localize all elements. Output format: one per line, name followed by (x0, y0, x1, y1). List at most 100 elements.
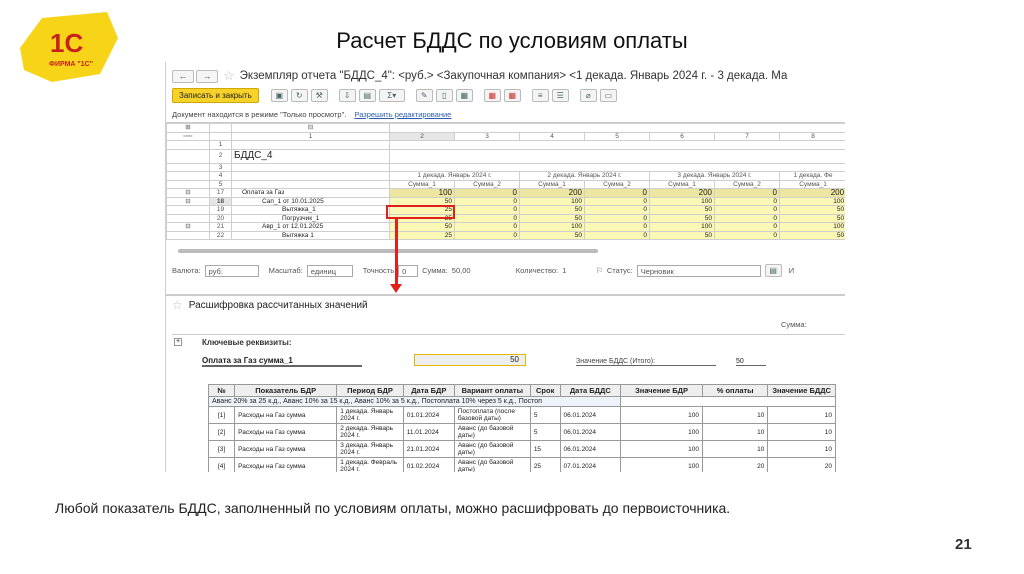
status-select[interactable]: Черновик (636, 264, 761, 277)
grid-row[interactable]: ⊟ 18 Сап_1 от 10.01.2025 50 0 100 0 100 0 100 (166, 196, 845, 206)
edit-icon[interactable]: ✎ (415, 89, 433, 102)
settings-icon[interactable]: ⚒ (310, 89, 328, 102)
qty-label: Количество: (515, 266, 559, 275)
row-number: 22 (209, 230, 232, 240)
status-label: Статус: (606, 266, 633, 275)
column-header: Дата БДДС (559, 384, 622, 397)
value-cell: 50 (649, 230, 715, 240)
import-icon[interactable]: ⇩ (338, 89, 356, 102)
calc-icon[interactable]: ▤ (358, 89, 376, 102)
back-button[interactable]: ← (172, 69, 194, 83)
tree-toggle: ⊟ (166, 188, 210, 198)
value-cell: 200 (649, 188, 715, 198)
column-number: 5 (584, 131, 650, 141)
form-icon[interactable]: ▤ (764, 264, 782, 277)
detail-cell: 15 (529, 440, 561, 458)
detail-row[interactable]: [4] Расходы на Газ сумма 1 декада. Февраль… (207, 457, 836, 472)
column-header: Вариант оплаты (453, 384, 531, 397)
clipboard-icon[interactable]: ▭ (599, 89, 617, 102)
detail-cell: 100 (620, 440, 703, 458)
cell (166, 162, 210, 172)
row-number: 2 (209, 148, 232, 164)
row-number: 18 (209, 196, 232, 206)
value-cell: 0 (454, 213, 520, 223)
report-name: БДДС_4 (231, 148, 390, 164)
detail-cell: 25 (529, 457, 561, 472)
cell (209, 123, 232, 133)
detail-row[interactable]: [1] Расходы на Газ сумма 1 декада. Январь … (207, 406, 836, 424)
scale-select[interactable]: единиц (306, 264, 353, 277)
splitter[interactable] (166, 294, 845, 296)
field-label: Оплата за Газ сумма_1 (202, 356, 362, 367)
cell (166, 179, 210, 189)
star-icon[interactable]: ☆ (223, 68, 235, 84)
detail-cell: Аванс (до базовой даты) (453, 423, 531, 441)
tree-toggle: ⊟ (166, 222, 210, 232)
row-number: 19 (209, 205, 232, 215)
detail-cell: Аванс (до базовой даты) (453, 440, 531, 458)
value-cell: 200 (519, 188, 585, 198)
detail-cell: [4] (207, 457, 236, 472)
detail-cell: 10 (767, 423, 836, 441)
detail-cell: 10 (701, 406, 769, 424)
value-cell: 0 (454, 205, 520, 215)
sum-header: Сумма_1 (519, 179, 585, 189)
detail-row[interactable]: [3] Расходы на Газ сумма 3 декада. Январь … (207, 440, 836, 458)
detail-cell: 06.01.2024 (559, 406, 622, 424)
precision-stepper[interactable]: 0 (398, 264, 419, 277)
truncated-label: И (788, 266, 795, 275)
row-label: Погрузчик_1 (231, 213, 390, 223)
detail-cell: Расходы на Газ сумма (234, 406, 338, 424)
detail-cell: 07.01.2024 (559, 457, 622, 472)
report-name (231, 162, 390, 172)
copy-icon[interactable]: ▯ (435, 89, 453, 102)
detail-cell: 1 декада. Февраль 2024 г. (336, 457, 404, 472)
detail-cell: 06.01.2024 (559, 423, 622, 441)
save-close-button[interactable]: Записать и закрыть (172, 88, 259, 103)
sum-header: Сумма_1 (778, 179, 845, 189)
sum-header: Сумма_1 (389, 179, 455, 189)
slide-title: Расчет БДДС по условиям оплаты (336, 28, 688, 53)
qty-value: 1 (562, 266, 567, 275)
column-header: Срок (529, 384, 561, 397)
save-icon[interactable]: ▣ (270, 89, 288, 102)
grid-row[interactable]: ⊟ 17 Оплата за Газ 100 0 200 0 200 0 200 (166, 188, 845, 198)
forward-button[interactable]: → (196, 69, 218, 83)
field-value: 50 (414, 354, 526, 366)
grid-row[interactable]: ⊟ 21 Авр_1 от 12.01.2025 50 0 100 0 100 0 100 (166, 222, 845, 232)
cell (209, 131, 232, 141)
grid-row[interactable]: 20 Погрузчик_1 25 0 50 0 50 0 50 (166, 213, 845, 223)
list-icon[interactable]: ☰ (551, 89, 569, 102)
horizontal-scrollbar[interactable] (178, 249, 598, 253)
detail-cell: 100 (620, 457, 703, 472)
column-number: 3 (454, 131, 520, 141)
total-value: 50 (736, 358, 766, 366)
value-cell: 100 (389, 188, 455, 198)
value-cell: 0 (584, 213, 650, 223)
indent-icon[interactable]: ≡ (531, 89, 549, 102)
expand-icon[interactable]: + (174, 338, 182, 346)
row-label: Оплата за Газ (231, 188, 390, 198)
tree-toggle: ⊟ (166, 196, 210, 206)
currency-select[interactable]: руб. (204, 264, 259, 277)
refresh-icon[interactable]: ↻ (290, 89, 308, 102)
grid-red2-icon[interactable]: ▦ (503, 89, 521, 102)
detail-cell: 100 (620, 423, 703, 441)
sum-header: Сумма_1 (649, 179, 715, 189)
detail-row[interactable]: [2] Расходы на Газ сумма 2 декада. Январь … (207, 423, 836, 441)
grid-red-icon[interactable]: ▦ (483, 89, 501, 102)
tree-toggle (166, 213, 210, 223)
allow-edit-link[interactable]: Разрешить редактирование (354, 110, 451, 119)
level-buttons: ▫▫▫▫ (166, 131, 210, 141)
value-cell: 100 (778, 196, 845, 206)
detail-cell: 100 (620, 406, 703, 424)
attach-icon[interactable]: ⌀ (579, 89, 597, 102)
grid-row[interactable]: 19 Вытяжка_1 25 0 50 0 50 0 50 (166, 205, 845, 215)
sum-dropdown-icon[interactable]: Σ▾ (378, 89, 405, 102)
print-icon[interactable]: ▦ (455, 89, 473, 102)
tree-toggle (166, 230, 210, 240)
total-label: Значение БДДС (Итого): (576, 358, 716, 366)
row-label: Авр_1 от 12.01.2025 (231, 222, 390, 232)
star-icon[interactable]: ☆ (172, 298, 183, 312)
grid-row[interactable]: 22 Вытяжка 1 25 0 50 0 50 0 50 (166, 230, 845, 240)
